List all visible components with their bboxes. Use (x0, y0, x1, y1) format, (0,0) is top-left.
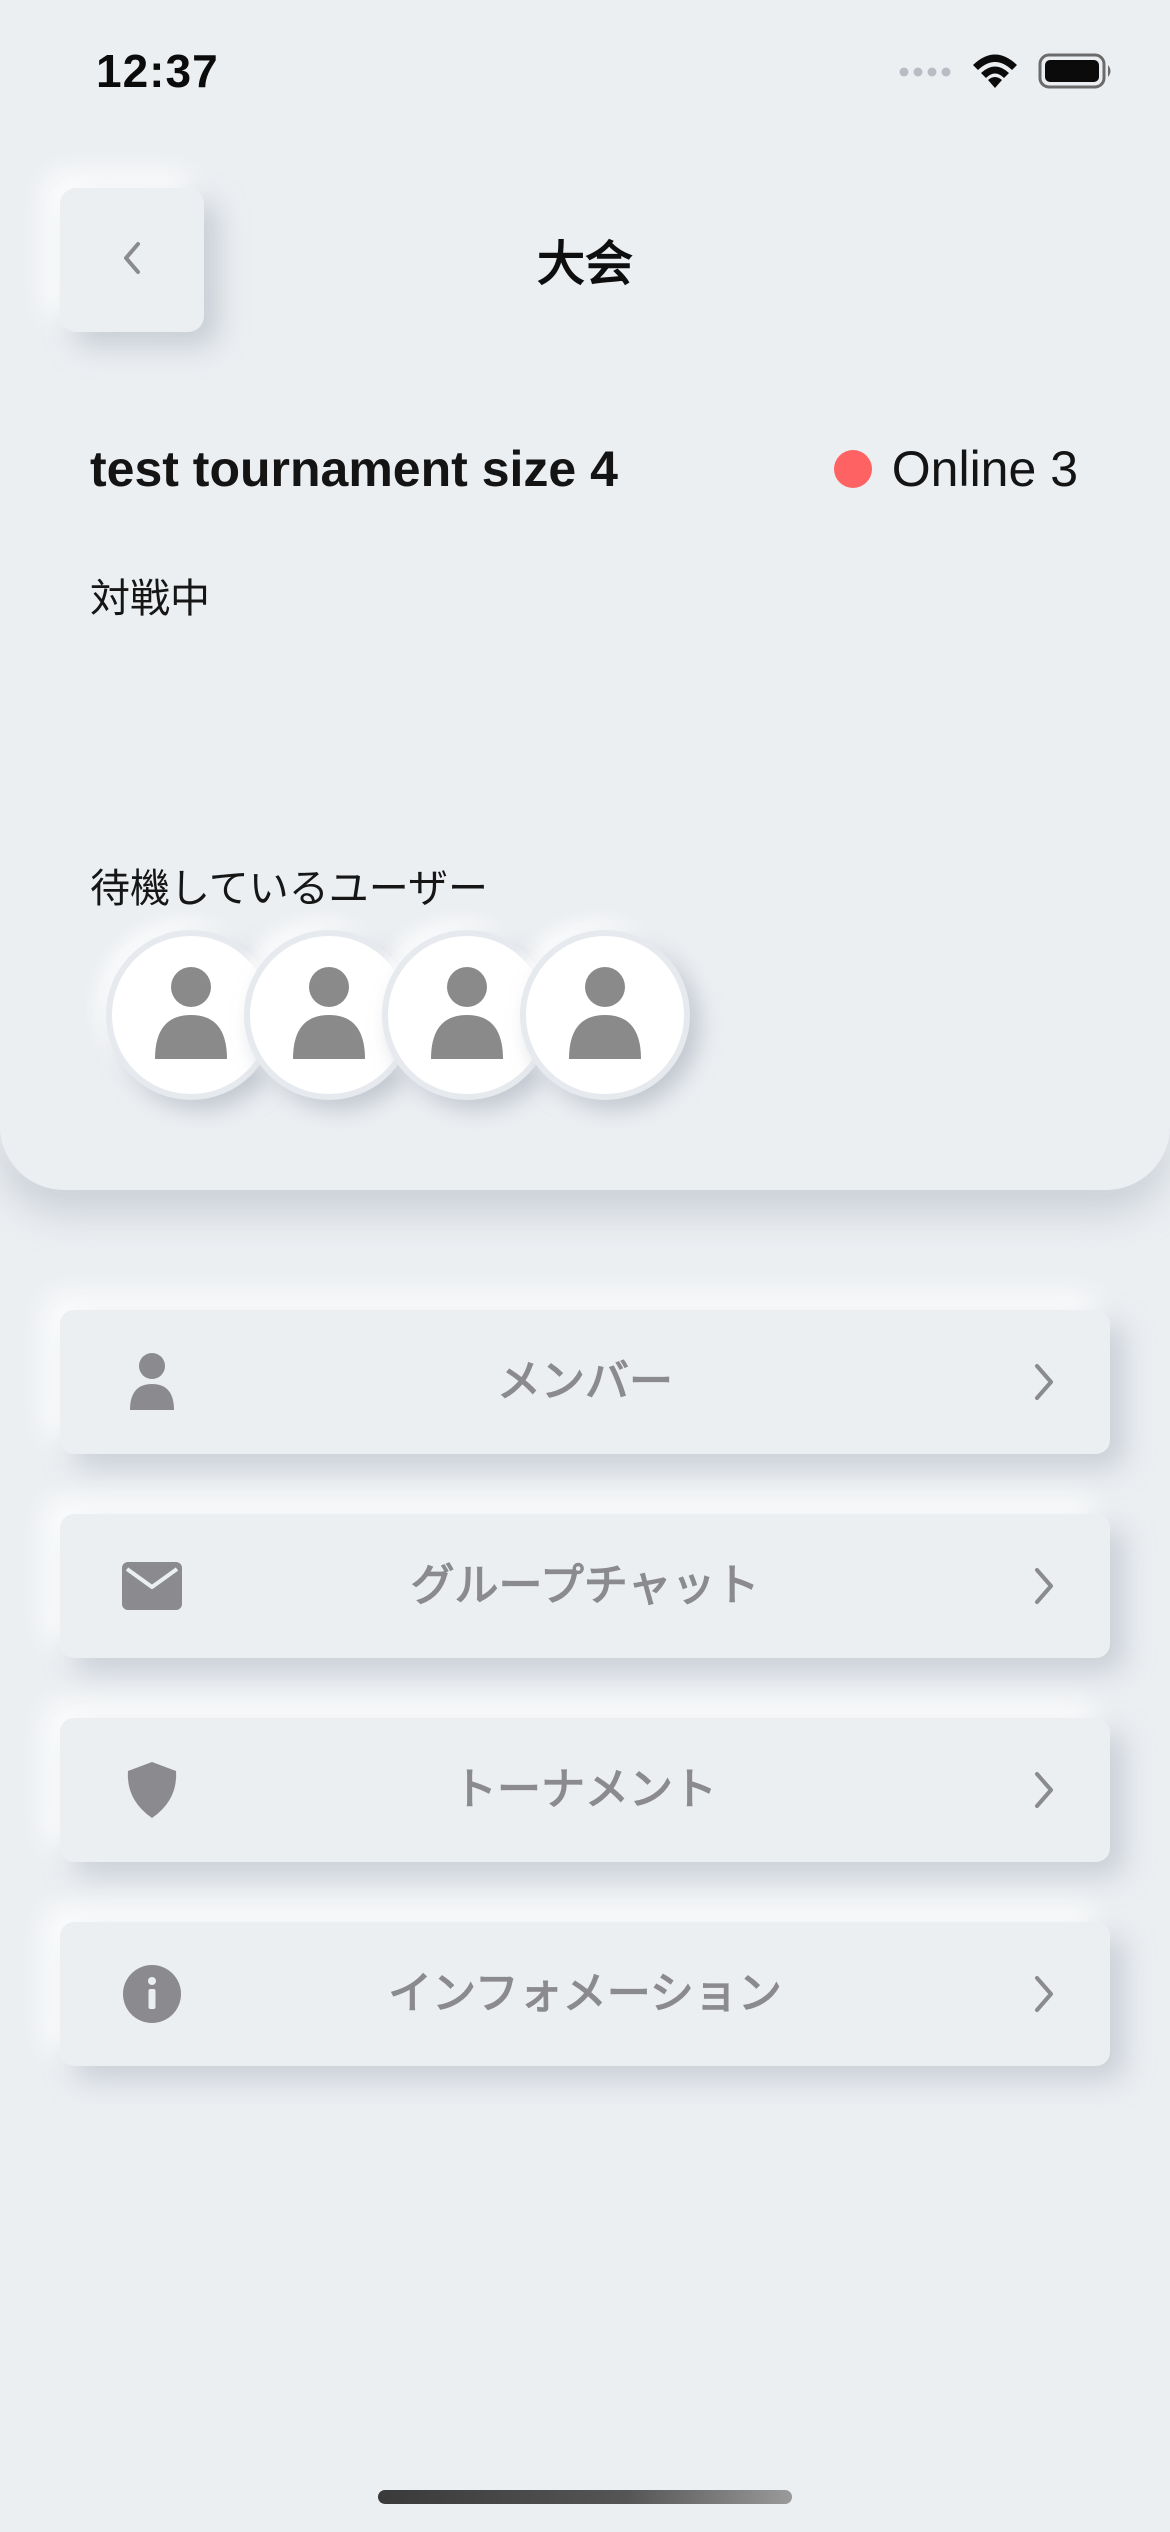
shield-icon (120, 1758, 184, 1822)
chevron-right-icon (1022, 1768, 1066, 1812)
menu-item-information[interactable]: インフォメーション (60, 1922, 1110, 2066)
chevron-right-icon (1022, 1972, 1066, 2016)
battery-icon (1038, 52, 1114, 94)
status-time: 12:37 (96, 45, 219, 97)
tournament-name: test tournament size 4 (90, 441, 618, 497)
waiting-users-list (106, 930, 706, 1110)
menu-item-label: インフォメーション (388, 1968, 782, 2019)
menu-item-label: トーナメント (453, 1764, 717, 1815)
menu-item-label: グループチャット (410, 1560, 760, 1611)
user-avatar-icon (151, 965, 231, 1065)
menu-item-members[interactable]: メンバー (60, 1310, 1110, 1454)
online-count: Online 3 (891, 441, 1078, 497)
info-icon (120, 1962, 184, 2026)
envelope-icon (120, 1554, 184, 1618)
menu-item-group-chat[interactable]: グループチャット (60, 1514, 1110, 1658)
page-title: 大会 (536, 236, 633, 292)
wifi-icon (970, 52, 1020, 94)
user-avatar[interactable] (520, 930, 690, 1100)
online-status-dot (833, 450, 872, 488)
chevron-right-icon (1022, 1564, 1066, 1608)
cellular-signal-icon (898, 64, 952, 83)
person-icon (120, 1350, 184, 1414)
status-icons (898, 52, 1114, 94)
match-status: 対戦中 (90, 576, 210, 622)
online-indicator: Online 3 (833, 440, 1078, 498)
user-avatar-icon (565, 965, 645, 1065)
chevron-right-icon (1022, 1360, 1066, 1404)
menu-item-label: メンバー (497, 1356, 673, 1407)
menu-item-tournament[interactable]: トーナメント (60, 1718, 1110, 1862)
home-indicator[interactable] (378, 2490, 792, 2504)
user-avatar-icon (289, 965, 369, 1065)
status-bar: 12:37 (0, 0, 1170, 150)
waiting-users-label: 待機しているユーザー (90, 866, 488, 912)
user-avatar-icon (427, 965, 507, 1065)
